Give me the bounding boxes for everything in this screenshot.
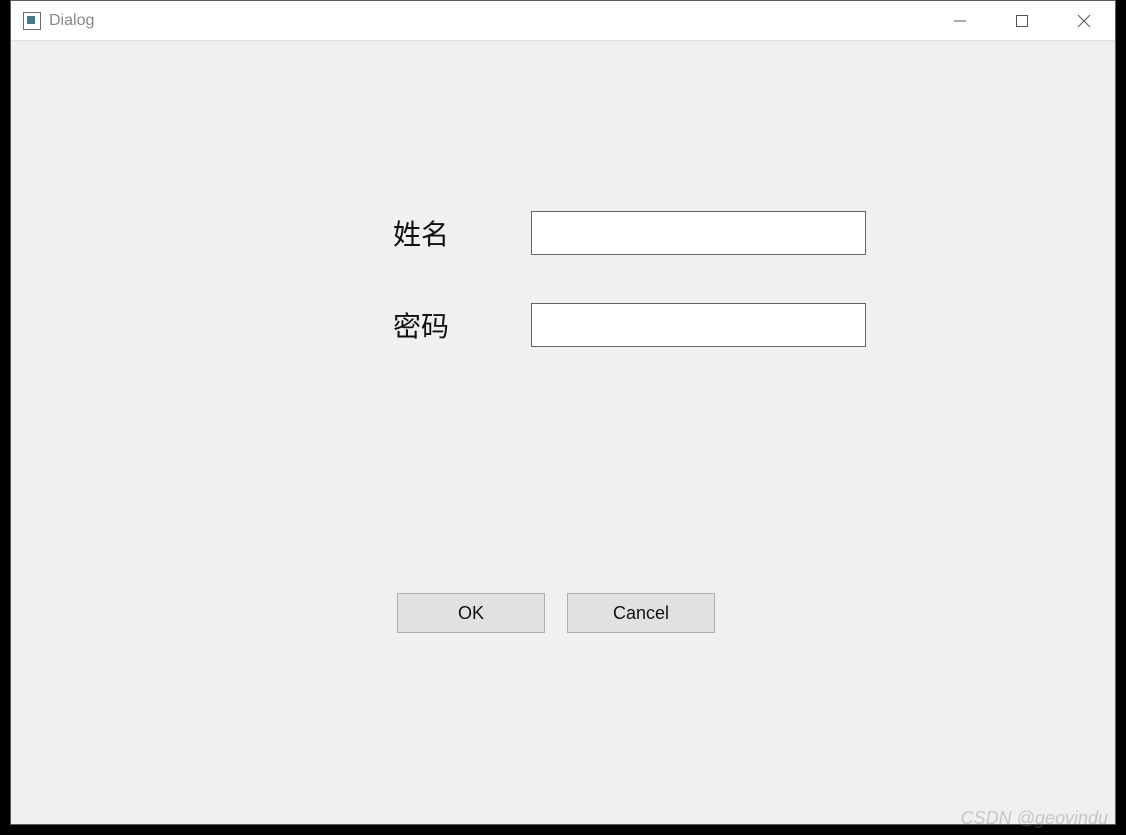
name-label: 姓名 (331, 213, 511, 253)
client-area: 姓名 密码 OK Cancel (11, 41, 1115, 824)
maximize-icon (1015, 14, 1029, 28)
maximize-button[interactable] (991, 1, 1053, 40)
close-button[interactable] (1053, 1, 1115, 40)
minimize-button[interactable] (929, 1, 991, 40)
dialog-window: Dialog 姓名 (10, 0, 1116, 825)
app-icon (23, 12, 41, 30)
close-icon (1077, 14, 1091, 28)
button-row: OK Cancel (397, 593, 715, 633)
window-controls (929, 1, 1115, 40)
name-row: 姓名 (331, 211, 866, 255)
titlebar: Dialog (11, 1, 1115, 41)
ok-button[interactable]: OK (397, 593, 545, 633)
window-title: Dialog (49, 12, 94, 30)
cancel-button[interactable]: Cancel (567, 593, 715, 633)
password-input[interactable] (531, 303, 866, 347)
titlebar-left: Dialog (11, 12, 94, 30)
name-input[interactable] (531, 211, 866, 255)
minimize-icon (953, 14, 967, 28)
password-label: 密码 (331, 305, 511, 345)
password-row: 密码 (331, 303, 866, 347)
